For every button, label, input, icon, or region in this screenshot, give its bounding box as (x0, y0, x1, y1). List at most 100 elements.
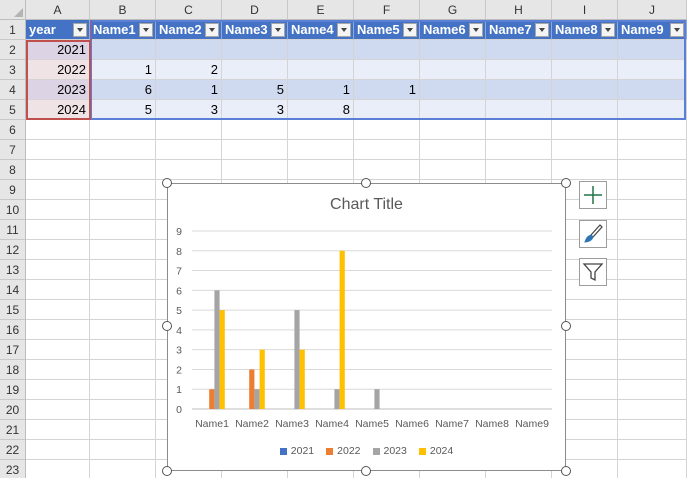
value-cell[interactable] (552, 60, 618, 80)
value-cell[interactable] (420, 40, 486, 60)
cell[interactable] (420, 120, 486, 140)
value-cell[interactable]: 1 (90, 60, 156, 80)
resize-handle-right[interactable] (561, 321, 571, 331)
chart-area[interactable]: 0 1 2 3 4 5 6 7 8 9 Name1 Name2 Name3 Name4 Name5 Name6… (167, 183, 566, 471)
row-header-2[interactable]: 2 (0, 40, 26, 60)
cell[interactable] (420, 160, 486, 180)
cell[interactable] (26, 380, 90, 400)
column-header-j[interactable]: J (618, 0, 687, 20)
year-cell[interactable]: 2023 (26, 80, 90, 100)
cell[interactable] (156, 120, 222, 140)
resize-handle-left[interactable] (162, 321, 172, 331)
legend-item-2021[interactable]: 2021 (279, 445, 314, 457)
row-header-19[interactable]: 19 (0, 380, 26, 400)
cell[interactable] (90, 280, 156, 300)
bar-2023-name4[interactable] (334, 389, 340, 409)
cell[interactable] (90, 140, 156, 160)
value-cell[interactable] (486, 100, 552, 120)
cell[interactable] (618, 160, 687, 180)
row-header-10[interactable]: 10 (0, 200, 26, 220)
cell[interactable] (26, 260, 90, 280)
filter-dropdown-icon[interactable] (205, 23, 219, 37)
cell[interactable] (618, 320, 687, 340)
cell[interactable] (618, 200, 687, 220)
column-header-f[interactable]: F (354, 0, 420, 20)
resize-handle-bottom-left[interactable] (162, 466, 172, 476)
cell[interactable] (26, 200, 90, 220)
value-cell[interactable] (552, 40, 618, 60)
cell[interactable] (618, 240, 687, 260)
bar-2023-name3[interactable] (294, 310, 300, 409)
bar-2024-name2[interactable] (259, 349, 265, 409)
year-cell[interactable]: 2022 (26, 60, 90, 80)
table-header-cell[interactable]: Name1 (90, 20, 156, 40)
cell[interactable] (26, 400, 90, 420)
value-cell[interactable]: 1 (354, 80, 420, 100)
cell[interactable] (26, 120, 90, 140)
resize-handle-bottom-right[interactable] (561, 466, 571, 476)
chart-legend[interactable]: 2021 2022 2023 2024 (168, 445, 565, 457)
filter-dropdown-icon[interactable] (469, 23, 483, 37)
value-cell[interactable] (486, 80, 552, 100)
cell[interactable] (156, 140, 222, 160)
cell[interactable] (90, 180, 156, 200)
value-cell[interactable]: 1 (156, 80, 222, 100)
column-header-e[interactable]: E (288, 0, 354, 20)
table-header-cell[interactable]: Name8 (552, 20, 618, 40)
value-cell[interactable]: 3 (222, 100, 288, 120)
bar-2022-name2[interactable] (249, 369, 255, 409)
bar-2023-name1[interactable] (214, 290, 220, 409)
value-cell[interactable]: 5 (90, 100, 156, 120)
filter-dropdown-icon[interactable] (670, 23, 684, 37)
column-header-c[interactable]: C (156, 0, 222, 20)
row-header-17[interactable]: 17 (0, 340, 26, 360)
row-header-3[interactable]: 3 (0, 60, 26, 80)
cell[interactable] (90, 380, 156, 400)
filter-dropdown-icon[interactable] (403, 23, 417, 37)
column-header-i[interactable]: I (552, 0, 618, 20)
filter-dropdown-icon[interactable] (535, 23, 549, 37)
cell[interactable] (90, 160, 156, 180)
table-header-cell[interactable]: Name5 (354, 20, 420, 40)
column-header-d[interactable]: D (222, 0, 288, 20)
row-header-18[interactable]: 18 (0, 360, 26, 380)
cell[interactable] (26, 360, 90, 380)
value-cell[interactable] (222, 40, 288, 60)
value-cell[interactable] (618, 40, 687, 60)
value-cell[interactable] (420, 80, 486, 100)
row-header-5[interactable]: 5 (0, 100, 26, 120)
value-cell[interactable]: 1 (288, 80, 354, 100)
cell[interactable] (618, 340, 687, 360)
chart-title[interactable]: Chart Title (168, 196, 565, 214)
cell[interactable] (486, 160, 552, 180)
value-cell[interactable] (618, 60, 687, 80)
column-header-a[interactable]: A (26, 0, 90, 20)
column-header-g[interactable]: G (420, 0, 486, 20)
value-cell[interactable] (552, 100, 618, 120)
table-header-cell[interactable]: Name7 (486, 20, 552, 40)
cell[interactable] (552, 120, 618, 140)
resize-handle-top[interactable] (361, 178, 371, 188)
cell[interactable] (26, 140, 90, 160)
value-cell[interactable] (90, 40, 156, 60)
value-cell[interactable] (354, 60, 420, 80)
row-header-13[interactable]: 13 (0, 260, 26, 280)
value-cell[interactable]: 3 (156, 100, 222, 120)
cell[interactable] (288, 140, 354, 160)
cell[interactable] (618, 360, 687, 380)
bar-2024-name3[interactable] (299, 349, 305, 409)
value-cell[interactable] (552, 80, 618, 100)
cell[interactable] (618, 120, 687, 140)
value-cell[interactable]: 6 (90, 80, 156, 100)
select-all-corner[interactable] (0, 0, 26, 20)
chart-filters-button[interactable] (579, 258, 607, 286)
bar-2022-name1[interactable] (209, 389, 215, 409)
value-cell[interactable] (354, 40, 420, 60)
row-header-16[interactable]: 16 (0, 320, 26, 340)
value-cell[interactable] (420, 100, 486, 120)
value-cell[interactable] (486, 40, 552, 60)
cell[interactable] (552, 160, 618, 180)
row-header-20[interactable]: 20 (0, 400, 26, 420)
table-header-cell[interactable]: Name4 (288, 20, 354, 40)
cell[interactable] (26, 320, 90, 340)
